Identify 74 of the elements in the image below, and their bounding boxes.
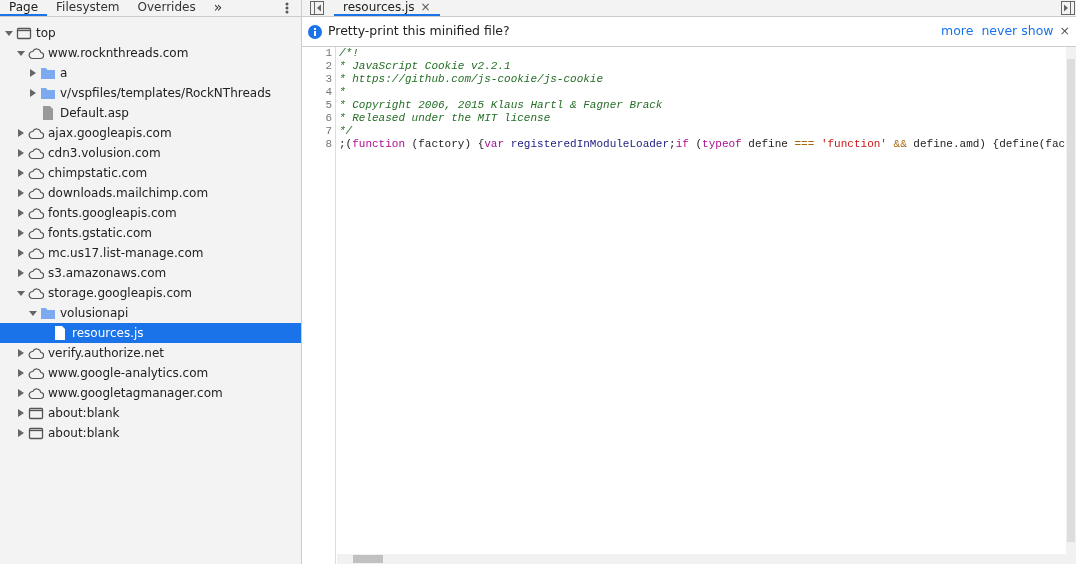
tree-item[interactable]: www.googletagmanager.com — [0, 383, 301, 403]
line-number: 4 — [324, 86, 332, 99]
toggle-sidebar-icon[interactable] — [1061, 1, 1075, 15]
cloud-icon — [28, 45, 44, 61]
folder-icon — [40, 85, 56, 101]
tree-item[interactable]: volusionapi — [0, 303, 301, 323]
code-line: * Copyright 2006, 2015 Klaus Hartl & Fagner Brack — [339, 99, 664, 112]
code-line: */ — [339, 125, 354, 138]
code-line: * JavaScript Cookie v2.2.1 — [339, 60, 512, 73]
tab[interactable]: Overrides — [128, 0, 205, 16]
window-icon — [16, 25, 32, 41]
folder-icon — [40, 65, 56, 81]
tree-item[interactable]: s3.amazonaws.com — [0, 263, 301, 283]
tree-item[interactable]: www.google-analytics.com — [0, 363, 301, 383]
info-icon — [308, 24, 322, 39]
tree-item[interactable]: v/vspfiles/templates/RockNThreads — [0, 83, 301, 103]
cloud-icon — [28, 265, 44, 281]
infobar-link[interactable]: more — [941, 22, 974, 41]
cloud-icon — [28, 285, 44, 301]
line-number: 6 — [324, 112, 332, 125]
tree-item[interactable]: fonts.gstatic.com — [0, 223, 301, 243]
tree-item[interactable]: downloads.mailchimp.com — [0, 183, 301, 203]
window-icon — [28, 425, 44, 441]
cloud-icon — [28, 185, 44, 201]
line-number: 8 — [324, 138, 332, 151]
code-line: * Released under the MIT license — [339, 112, 552, 125]
window-icon — [28, 405, 44, 421]
line-number: 2 — [324, 60, 332, 73]
cloud-icon — [28, 145, 44, 161]
tree-item[interactable]: resources.js — [0, 323, 301, 343]
cloud-icon — [28, 165, 44, 181]
tree-item[interactable]: mc.us17.list-manage.com — [0, 243, 301, 263]
tree-item[interactable]: about:blank — [0, 423, 301, 443]
tree-item[interactable]: chimpstatic.com — [0, 163, 301, 183]
cloud-icon — [28, 385, 44, 401]
tree-item[interactable]: a — [0, 63, 301, 83]
tree-item[interactable]: top — [0, 23, 301, 43]
cloud-icon — [28, 345, 44, 361]
cloud-icon — [28, 125, 44, 141]
tree-item[interactable]: about:blank — [0, 403, 301, 423]
file-icon — [52, 325, 68, 341]
line-number: 1 — [324, 47, 332, 60]
tree-item[interactable]: Default.asp — [0, 103, 301, 123]
more-tabs-button[interactable]: » — [204, 0, 232, 16]
cloud-icon — [28, 365, 44, 381]
close-icon[interactable]: × — [420, 0, 431, 15]
line-number: 7 — [324, 125, 332, 138]
code-line: ;(function (factory) {var registeredInModuleLoader;if (typeof define === 'function' && define.amd) {define(fac — [339, 138, 1066, 151]
cloud-icon — [28, 245, 44, 261]
more-options-icon[interactable] — [285, 1, 289, 15]
horizontal-scrollbar[interactable] — [337, 554, 1066, 564]
line-number: 5 — [324, 99, 332, 112]
file-icon — [40, 105, 56, 121]
infobar-link[interactable]: never show — [981, 22, 1054, 41]
tree-item[interactable]: fonts.googleapis.com — [0, 203, 301, 223]
close-icon[interactable]: × — [1059, 22, 1070, 41]
cloud-icon — [28, 205, 44, 221]
vertical-scrollbar[interactable] — [1066, 47, 1076, 564]
tree-item[interactable]: verify.authorize.net — [0, 343, 301, 363]
infobar-message: Pretty-print this minified file? — [328, 22, 510, 41]
tree-item[interactable]: ajax.googleapis.com — [0, 123, 301, 143]
tree-item[interactable]: www.rocknthreads.com — [0, 43, 301, 63]
code-line: /*! — [339, 47, 360, 60]
tree-item[interactable]: cdn3.volusion.com — [0, 143, 301, 163]
code-line: * — [339, 86, 347, 99]
folder-icon — [40, 305, 56, 321]
toggle-navigator-icon[interactable] — [310, 1, 324, 15]
tree-item[interactable]: storage.googleapis.com — [0, 283, 301, 303]
file-tab[interactable]: resources.js × — [334, 0, 440, 16]
line-number: 3 — [324, 73, 332, 86]
cloud-icon — [28, 225, 44, 241]
tab[interactable]: Filesystem — [47, 0, 129, 16]
code-line: * https://github.com/js-cookie/js-cookie — [339, 73, 605, 86]
tab[interactable]: Page — [0, 0, 48, 16]
